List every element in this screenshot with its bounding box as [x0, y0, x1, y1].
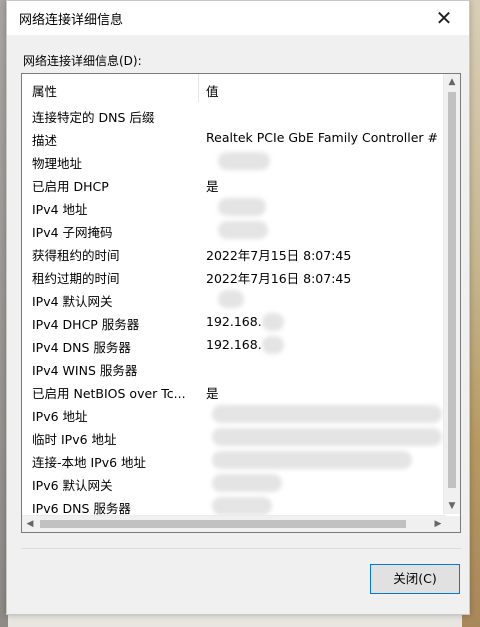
scroll-up-icon[interactable]: ▲: [444, 74, 460, 90]
property-value: 2022年7月15日 8:07:45: [206, 248, 352, 263]
horizontal-scrollbar[interactable]: ◀ ▶: [22, 515, 446, 532]
property-name: 连接特定的 DNS 后缀: [32, 110, 155, 125]
redacted-value: [262, 313, 284, 331]
property-name: IPv4 地址: [32, 202, 88, 217]
table-row[interactable]: 临时 IPv6 地址: [22, 426, 446, 449]
list-header: 属性 值: [22, 74, 446, 102]
rows-container: 连接特定的 DNS 后缀 描述 Realtek PCIe GbE Family C…: [22, 104, 446, 518]
redacted-value: [218, 198, 266, 216]
scroll-left-icon[interactable]: ◀: [22, 516, 38, 532]
vertical-scrollbar[interactable]: ▲ ▼: [443, 74, 460, 514]
property-name: 获得租约的时间: [32, 248, 120, 263]
property-name: 临时 IPv6 地址: [32, 432, 117, 447]
close-button[interactable]: 关闭(C): [370, 564, 460, 594]
redacted-value: [218, 221, 268, 239]
redacted-value: [262, 336, 284, 354]
table-row[interactable]: IPv4 地址: [22, 196, 446, 219]
property-value: 192.168.: [206, 314, 262, 329]
property-name: IPv6 地址: [32, 409, 88, 424]
table-row[interactable]: IPv6 地址: [22, 403, 446, 426]
property-value: 是: [206, 179, 219, 194]
title-bar[interactable]: 网络连接详细信息 ✕: [7, 1, 469, 35]
table-row[interactable]: 已启用 NetBIOS over Tc... 是: [22, 380, 446, 403]
redacted-value: [212, 451, 412, 469]
table-row[interactable]: 描述 Realtek PCIe GbE Family Controller #: [22, 127, 446, 150]
property-value: 192.168.: [206, 337, 262, 352]
table-row[interactable]: IPv4 子网掩码: [22, 219, 446, 242]
table-row[interactable]: 租约过期的时间 2022年7月16日 8:07:45: [22, 265, 446, 288]
property-value: 2022年7月16日 8:07:45: [206, 271, 352, 286]
scroll-down-icon[interactable]: ▼: [444, 498, 460, 514]
redacted-value: [212, 474, 282, 492]
table-row[interactable]: IPv4 DNS 服务器 192.168.: [22, 334, 446, 357]
redacted-value: [218, 152, 270, 170]
table-row[interactable]: 物理地址: [22, 150, 446, 173]
property-name: 描述: [32, 133, 58, 148]
scrollbar-corner: [444, 516, 460, 532]
redacted-value: [212, 497, 272, 515]
property-name: IPv4 DNS 服务器: [32, 340, 131, 355]
table-row[interactable]: IPv4 WINS 服务器: [22, 357, 446, 380]
table-row[interactable]: 连接特定的 DNS 后缀: [22, 104, 446, 127]
property-name: IPv4 默认网关: [32, 294, 113, 309]
property-value: 是: [206, 386, 219, 401]
details-listview[interactable]: 属性 值 连接特定的 DNS 后缀 描述 Realtek PCIe GbE Fam…: [21, 73, 461, 533]
property-name: IPv4 子网掩码: [32, 225, 113, 240]
redacted-value: [218, 290, 244, 308]
details-list-label: 网络连接详细信息(D):: [23, 54, 142, 68]
table-row[interactable]: IPv4 DHCP 服务器 192.168.: [22, 311, 446, 334]
redacted-value: [212, 405, 442, 423]
vertical-scroll-thumb[interactable]: [448, 92, 456, 488]
close-icon[interactable]: ✕: [429, 4, 459, 32]
column-header-property[interactable]: 属性: [32, 81, 57, 100]
property-name: 物理地址: [32, 156, 83, 171]
table-row[interactable]: 连接-本地 IPv6 地址: [22, 449, 446, 472]
horizontal-scroll-thumb[interactable]: [40, 520, 406, 528]
property-name: 已启用 NetBIOS over Tc...: [32, 386, 186, 401]
table-row[interactable]: 获得租约的时间 2022年7月15日 8:07:45: [22, 242, 446, 265]
redacted-value: [212, 428, 442, 446]
table-row[interactable]: 已启用 DHCP 是: [22, 173, 446, 196]
table-row[interactable]: IPv6 默认网关: [22, 472, 446, 495]
window-title: 网络连接详细信息: [19, 13, 124, 28]
divider: [21, 548, 461, 549]
property-name: IPv6 默认网关: [32, 478, 113, 493]
property-name: 连接-本地 IPv6 地址: [32, 455, 147, 470]
network-details-dialog: 网络连接详细信息 ✕ 网络连接详细信息(D): 属性 值 连接特定的 DNS 后…: [6, 0, 470, 615]
column-header-value[interactable]: 值: [206, 81, 219, 100]
column-divider[interactable]: [198, 74, 199, 102]
property-name: 已启用 DHCP: [32, 179, 109, 194]
property-name: IPv4 WINS 服务器: [32, 363, 138, 378]
property-value: Realtek PCIe GbE Family Controller #: [206, 130, 438, 145]
property-name: 租约过期的时间: [32, 271, 120, 286]
table-row[interactable]: IPv4 默认网关: [22, 288, 446, 311]
property-name: IPv4 DHCP 服务器: [32, 317, 140, 332]
